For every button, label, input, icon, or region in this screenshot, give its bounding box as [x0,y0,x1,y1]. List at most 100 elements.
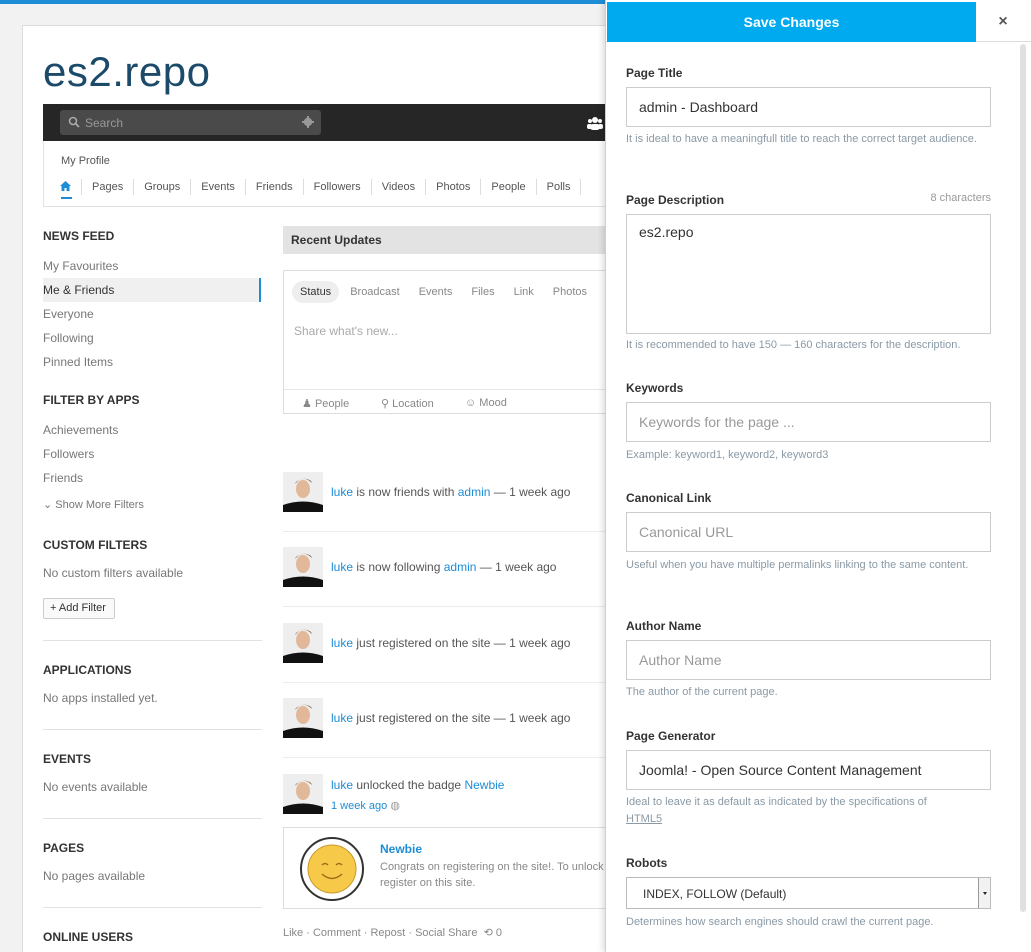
search-placeholder: Search [85,116,124,130]
actor-link[interactable]: luke [331,485,353,499]
nav-followers[interactable]: Followers [304,179,372,195]
badge-name[interactable]: Newbie [380,842,422,856]
page-description-label: Page Description [626,193,725,207]
tab-status[interactable]: Status [292,281,340,303]
story-verb: unlocked the badge [353,778,465,792]
avatar[interactable] [283,698,323,738]
story-time-link[interactable]: 1 week ago [331,800,387,812]
nav-friends[interactable]: Friends [246,179,304,195]
robots-help: Determines how search engines should cra… [626,916,934,928]
author-name-input[interactable] [626,640,991,680]
sidebar-item-me-friends[interactable]: Me & Friends [43,278,261,302]
actor-link[interactable]: luke [331,560,353,574]
sidebar-item-favourites[interactable]: My Favourites [43,259,118,273]
repost-icon: ⟲ [483,927,493,939]
custom-filters-heading: CUSTOM FILTERS [43,538,148,552]
globe-icon: ◍ [390,800,400,812]
nav-photos[interactable]: Photos [426,179,482,195]
sidebar-item-followers[interactable]: Followers [43,447,94,461]
avatar[interactable] [283,774,323,814]
page-description-input[interactable]: es2.repo [626,214,991,334]
mood-button[interactable]: ☺ Mood [465,397,507,409]
dropdown-arrow-icon [978,878,990,908]
avatar[interactable] [283,472,323,512]
keywords-help: Example: keyword1, keyword2, keyword3 [626,449,829,461]
tab-photos[interactable]: Photos [545,281,595,303]
social-share-link[interactable]: Social Share [415,927,477,939]
story-text: luke just registered on the site — 1 wee… [331,636,570,650]
comment-link[interactable]: Comment [313,927,361,939]
story-text: luke is now following admin — 1 week ago [331,560,556,574]
pages-heading: PAGES [43,841,85,855]
sidebar-item-everyone[interactable]: Everyone [43,307,94,321]
keywords-label: Keywords [626,381,684,395]
repost-count: 0 [495,927,502,939]
my-profile-link[interactable]: My Profile [61,155,110,167]
composer-meta: ♟ People ⚲ Location ☺ Mood [284,389,621,415]
search-box[interactable]: Search [60,110,321,135]
page-generator-input[interactable] [626,750,991,790]
story-verb: just registered on the site [353,636,491,650]
divider [283,757,621,758]
nav-events[interactable]: Events [191,179,246,195]
scrollbar-thumb[interactable] [1020,44,1026,912]
composer-input[interactable]: Share what's new... [294,324,398,338]
home-link[interactable] [54,179,82,195]
nav-pages[interactable]: Pages [82,179,135,195]
actor-link[interactable]: luke [331,711,353,725]
panel-scrollbar[interactable] [1019,44,1027,952]
custom-filters-empty: No custom filters available [43,566,184,580]
page-generator-label: Page Generator [626,729,716,743]
story-verb: just registered on the site [353,711,491,725]
show-more-filters[interactable]: ⌄ Show More Filters [43,498,144,511]
robots-select[interactable]: INDEX, FOLLOW (Default) [626,877,991,909]
nav-polls[interactable]: Polls [537,179,582,195]
profile-subnav: My Profile Pages Groups Events Friends F… [43,141,621,207]
filter-by-apps-heading: FILTER BY APPS [43,393,140,407]
nav-links: Pages Groups Events Friends Followers Vi… [54,179,582,195]
sidebar-item-following[interactable]: Following [43,331,94,345]
robots-selected-value: INDEX, FOLLOW (Default) [643,887,787,901]
online-users-heading: ONLINE USERS [43,930,134,944]
nav-groups[interactable]: Groups [134,179,192,195]
tab-broadcast[interactable]: Broadcast [342,281,408,303]
sidebar-item-label: Me & Friends [43,283,115,297]
tab-link[interactable]: Link [506,281,542,303]
tab-events[interactable]: Events [411,281,461,303]
sidebar-item-pinned[interactable]: Pinned Items [43,355,113,369]
close-icon[interactable]: × [976,2,1030,42]
actor-link[interactable]: luke [331,778,353,792]
gear-icon[interactable] [302,116,314,128]
target-link[interactable]: admin [458,485,491,499]
users-icon[interactable] [587,116,603,130]
repost-link[interactable]: Repost [370,927,405,939]
site-page: es2.repo Search My Profile Pages Groups … [22,25,622,952]
like-link[interactable]: Like [283,927,303,939]
divider [43,640,262,641]
sidebar-item-friends[interactable]: Friends [43,471,83,485]
nav-people[interactable]: People [481,179,537,195]
page-title-help: It is ideal to have a meaningfull title … [626,133,977,145]
keywords-input[interactable] [626,402,991,442]
sidebar-item-achievements[interactable]: Achievements [43,423,118,437]
people-button[interactable]: ♟ People [302,397,349,410]
page-title-input[interactable] [626,87,991,127]
html5-link[interactable]: HTML5 [626,813,662,825]
target-link[interactable]: admin [444,560,477,574]
avatar[interactable] [283,623,323,663]
toolbar: Search [43,104,621,141]
badge-link[interactable]: Newbie [464,778,504,792]
page-generator-help: Ideal to leave it as default as indicate… [626,794,996,828]
mood-label: Mood [479,397,507,409]
composer-tabs: Status Broadcast Events Files Link Photo… [292,281,598,303]
nav-videos[interactable]: Videos [372,179,427,195]
canonical-url-input[interactable] [626,512,991,552]
location-button[interactable]: ⚲ Location [381,397,434,410]
site-title[interactable]: es2.repo [43,48,210,96]
add-filter-button[interactable]: + Add Filter [43,598,115,619]
actor-link[interactable]: luke [331,636,353,650]
save-changes-button[interactable]: Save Changes [607,2,976,42]
tab-files[interactable]: Files [463,281,502,303]
avatar[interactable] [283,547,323,587]
recent-updates-header: Recent Updates [283,226,621,254]
